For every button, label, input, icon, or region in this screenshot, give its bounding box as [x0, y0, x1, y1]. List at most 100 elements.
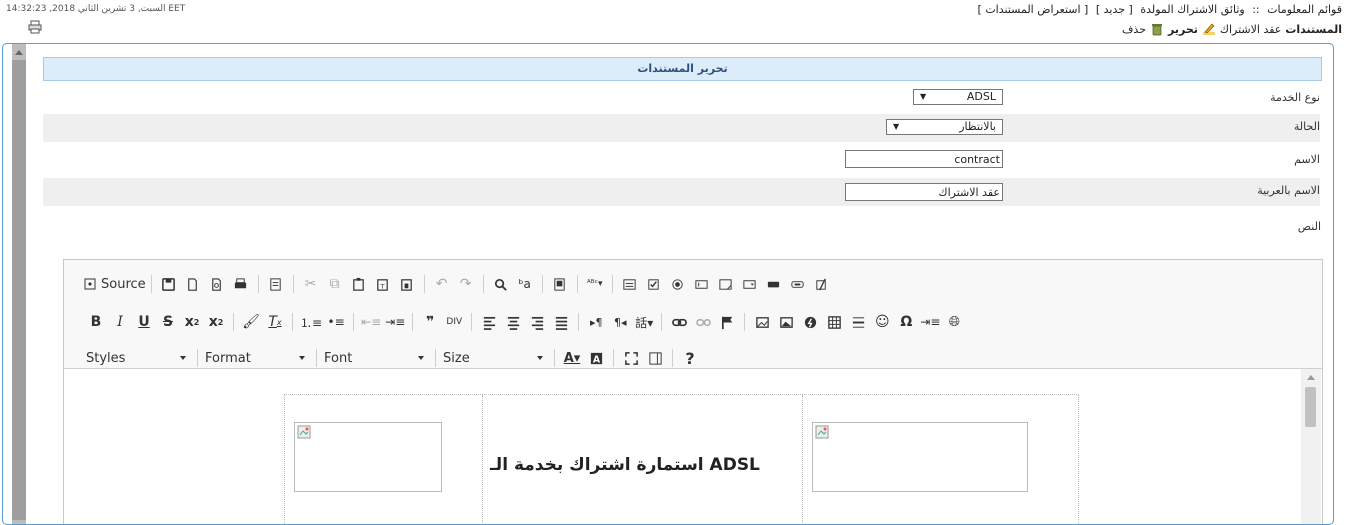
strikethrough-icon[interactable]: S [158, 312, 178, 332]
checkbox-icon[interactable] [644, 274, 664, 294]
align-center-icon[interactable] [503, 312, 523, 332]
radio-icon[interactable] [668, 274, 688, 294]
scroll-up-icon[interactable] [15, 50, 23, 55]
svg-text:A: A [592, 354, 600, 365]
cut-icon[interactable]: ✂ [301, 274, 321, 294]
remove-format-icon[interactable]: Tx [265, 312, 285, 332]
hidden-field-icon[interactable] [812, 274, 832, 294]
create-div-icon[interactable]: DIV [444, 312, 464, 332]
arabic-name-row: الاسم بالعربية عقد الاشتراك [43, 178, 1320, 206]
printer-icon[interactable] [28, 19, 42, 34]
pencil-icon[interactable] [1202, 22, 1216, 36]
service-type-select[interactable]: ▼ ADSL [913, 89, 1003, 105]
image-icon[interactable] [752, 312, 772, 332]
form-icon[interactable] [620, 274, 640, 294]
indent-icon[interactable]: ⇥≡ [385, 312, 405, 332]
image2-icon[interactable] [776, 312, 796, 332]
status-row: الحالة ▼ بالانتظار [43, 114, 1320, 142]
redo-icon[interactable]: ↷ [456, 274, 476, 294]
unlink-icon[interactable] [693, 312, 713, 332]
font-combo[interactable]: Font [322, 347, 430, 369]
underline-icon[interactable]: U [134, 312, 154, 332]
justify-icon[interactable] [551, 312, 571, 332]
arabic-name-input[interactable]: عقد الاشتراك [845, 183, 1003, 201]
breadcrumb-generated-docs[interactable]: وثائق الاشتراك المولدة [1140, 3, 1244, 16]
find-icon[interactable] [491, 274, 511, 294]
preview-icon[interactable] [207, 274, 227, 294]
templates-icon[interactable] [266, 274, 286, 294]
form-title: تحرير المستندات [43, 57, 1322, 81]
iframe-globe-icon[interactable]: 🌐︎ [944, 312, 964, 332]
breadcrumb-sep: :: [1252, 3, 1260, 16]
flash-icon[interactable] [800, 312, 820, 332]
numbered-list-icon[interactable]: ⒈≡ [300, 312, 322, 332]
paste-word-icon[interactable] [397, 274, 417, 294]
chevron-down-icon [180, 356, 186, 360]
panel-scrollbar[interactable] [12, 44, 26, 524]
subscript-icon[interactable]: x2 [182, 312, 202, 332]
text-color-icon[interactable]: A▾ [562, 348, 582, 368]
editor-content-area[interactable]: ADSL استمارة اشتراك بخدمة الـ [64, 368, 1322, 524]
edit-link[interactable]: تحرير [1168, 23, 1198, 36]
outdent-icon[interactable]: ⇤≡ [361, 312, 381, 332]
editor-scrollbar[interactable] [1301, 369, 1321, 524]
delete-link[interactable]: حذف [1122, 23, 1146, 36]
copy-icon[interactable]: ⧉ [325, 274, 345, 294]
new-page-icon[interactable] [183, 274, 203, 294]
undo-icon[interactable]: ↶ [432, 274, 452, 294]
help-icon[interactable]: ? [680, 348, 700, 368]
maximize-icon[interactable] [621, 348, 641, 368]
copy-format-icon[interactable]: 🖌 [241, 312, 261, 332]
save-icon[interactable] [159, 274, 179, 294]
smiley-icon[interactable]: ☺ [872, 312, 892, 332]
scroll-track[interactable] [12, 60, 26, 520]
text-field-icon[interactable] [692, 274, 712, 294]
breadcrumb-lists[interactable]: قوائم المعلومات [1267, 3, 1342, 16]
size-combo[interactable]: Size [441, 347, 549, 369]
show-blocks-icon[interactable] [645, 348, 665, 368]
content-table: ADSL استمارة اشتراك بخدمة الـ [284, 394, 1079, 524]
paste-text-icon[interactable]: T [373, 274, 393, 294]
bulleted-list-icon[interactable]: •≡ [326, 312, 346, 332]
spellcheck-icon[interactable]: ᴬᴮᶜ▾ [585, 274, 605, 294]
link-icon[interactable] [669, 312, 689, 332]
replace-icon[interactable]: ᵇa [515, 274, 535, 294]
styles-combo[interactable]: Styles [84, 347, 192, 369]
scroll-thumb[interactable] [1305, 387, 1316, 427]
new-link[interactable]: [ جديد ] [1096, 3, 1133, 16]
bold-icon[interactable]: B [86, 312, 106, 332]
scroll-up-icon[interactable] [1307, 375, 1315, 380]
name-row: الاسم contract [43, 147, 1320, 175]
name-input[interactable]: contract [845, 150, 1003, 168]
table-icon[interactable] [824, 312, 844, 332]
background-color-icon[interactable]: A [586, 348, 606, 368]
special-char-icon[interactable]: Ω [896, 312, 916, 332]
browse-documents-link[interactable]: [ استعراض المستندات ] [978, 3, 1089, 16]
page-break-icon[interactable]: ⇥≡ [920, 312, 940, 332]
align-right-icon[interactable] [527, 312, 547, 332]
paste-icon[interactable] [349, 274, 369, 294]
textarea-icon[interactable] [716, 274, 736, 294]
image-button-icon[interactable] [788, 274, 808, 294]
horizontal-rule-icon[interactable] [848, 312, 868, 332]
format-combo[interactable]: Format [203, 347, 311, 369]
anchor-flag-icon[interactable] [717, 312, 737, 332]
source-button[interactable]: Source [84, 277, 146, 292]
select-all-icon[interactable] [550, 274, 570, 294]
blockquote-icon[interactable]: ❞ [420, 312, 440, 332]
text-direction-ltr-icon[interactable]: ▸¶ [586, 312, 606, 332]
status-select[interactable]: ▼ بالانتظار [886, 119, 1003, 135]
text-direction-rtl-icon[interactable]: ¶◂ [610, 312, 630, 332]
rich-text-editor: Source ✂ ⧉ T ↶ ↷ ᵇa ᴬᴮᶜ▾ B I U S x 2 x 2… [63, 259, 1323, 524]
trash-icon[interactable] [1150, 22, 1164, 36]
select-field-icon[interactable] [740, 274, 760, 294]
button-field-icon[interactable] [764, 274, 784, 294]
status-label: الحالة [1293, 120, 1320, 133]
superscript-icon[interactable]: x2 [206, 312, 226, 332]
toolbar-row-3: Styles Format Font Size A▾ A ? [84, 346, 702, 370]
print-icon[interactable] [231, 274, 251, 294]
name-label: الاسم [1294, 153, 1320, 166]
align-left-icon[interactable] [479, 312, 499, 332]
language-icon[interactable]: 話▾ [634, 312, 654, 332]
italic-icon[interactable]: I [110, 312, 130, 332]
